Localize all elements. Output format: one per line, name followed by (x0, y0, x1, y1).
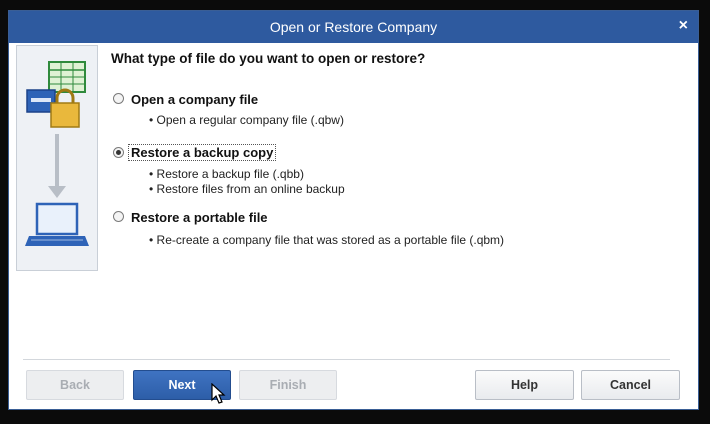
back-button[interactable]: Back (26, 370, 124, 400)
laptop-icon (25, 202, 89, 246)
option-description: • Restore files from an online backup (149, 182, 345, 196)
option-description: • Re-create a company file that was stor… (149, 233, 505, 247)
footer-separator (23, 359, 670, 360)
title-bar[interactable]: Open or Restore Company × (9, 11, 698, 43)
option-label[interactable]: Restore a backup copy (128, 144, 277, 161)
finish-button[interactable]: Finish (239, 370, 337, 400)
dialog-title: Open or Restore Company (269, 19, 438, 35)
side-illustration (16, 45, 98, 271)
question-heading: What type of file do you want to open or… (111, 51, 426, 66)
illustration-graphic (25, 61, 89, 246)
mouse-cursor-icon (211, 383, 226, 404)
radio-open-company-file[interactable] (113, 93, 124, 104)
option-description: • Restore a backup file (.qbb) (149, 167, 304, 181)
open-restore-dialog: Open or Restore Company × What type of f… (8, 10, 699, 410)
option-label[interactable]: Open a company file (131, 92, 258, 107)
help-button[interactable]: Help (475, 370, 574, 400)
arrow-down-icon (48, 134, 66, 198)
cancel-button[interactable]: Cancel (581, 370, 680, 400)
radio-selected-dot (116, 150, 121, 155)
spreadsheet-icon (48, 61, 86, 93)
radio-restore-portable-file[interactable] (113, 211, 124, 222)
option-label[interactable]: Restore a portable file (131, 210, 268, 225)
radio-restore-backup-copy[interactable] (113, 147, 124, 158)
option-description: • Open a regular company file (.qbw) (149, 113, 344, 127)
close-icon[interactable]: × (679, 17, 688, 35)
